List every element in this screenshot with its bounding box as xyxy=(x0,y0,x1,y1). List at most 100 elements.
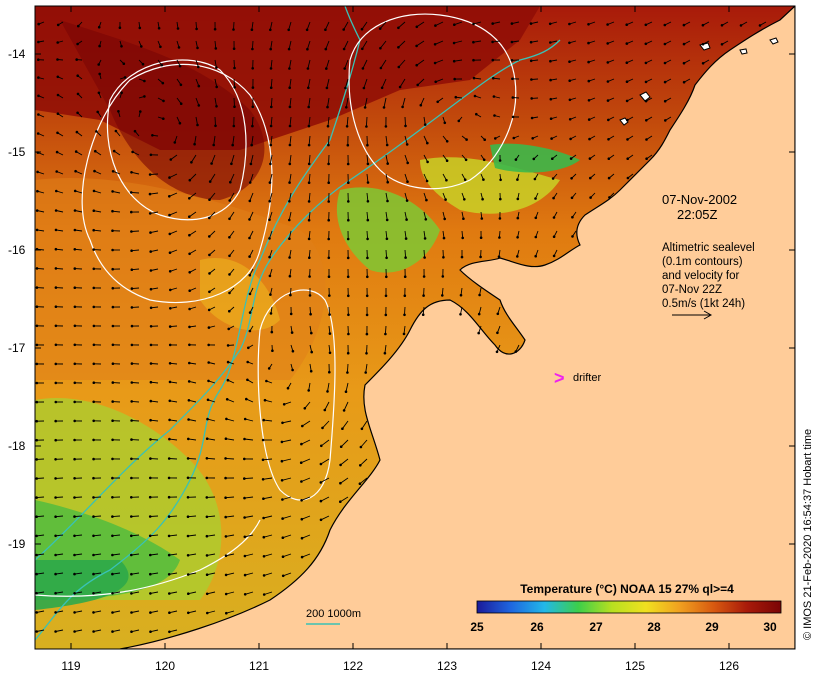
velocity-vector-head xyxy=(329,332,332,335)
velocity-vector-head xyxy=(385,295,388,298)
velocity-vector-head xyxy=(289,106,292,109)
velocity-vector-head xyxy=(434,62,437,65)
velocity-vector-head xyxy=(415,64,418,67)
velocity-vector-head xyxy=(177,27,180,30)
velocity-vector-head xyxy=(208,254,211,257)
velocity-vector-head xyxy=(168,496,171,499)
velocity-vector-head xyxy=(463,198,466,201)
velocity-vector-head xyxy=(292,350,295,353)
velocity-vector-head xyxy=(188,234,191,237)
velocity-vector-head xyxy=(249,330,252,333)
velocity-vector-head xyxy=(308,275,311,278)
velocity-vector-head xyxy=(568,60,571,63)
velocity-vector-head xyxy=(93,306,96,309)
velocity-vector-head xyxy=(552,177,555,180)
velocity-vector-head xyxy=(307,106,310,109)
velocity-vector-head xyxy=(189,179,192,182)
velocity-vector-head xyxy=(111,268,114,271)
velocity-vector-head xyxy=(188,308,191,311)
velocity-vector-head xyxy=(301,537,304,540)
velocity-vector-head xyxy=(130,438,133,441)
velocity-vector-head xyxy=(366,314,369,317)
velocity-vector-head xyxy=(262,478,265,481)
velocity-vector-head xyxy=(445,179,448,182)
velocity-vector-head xyxy=(360,446,363,449)
velocity-vector-head xyxy=(434,43,437,46)
velocity-vector-head xyxy=(206,457,209,460)
velocity-vector-head xyxy=(123,62,126,65)
velocity-vector-head xyxy=(464,178,467,181)
velocity-vector-head xyxy=(149,419,152,422)
velocity-vector-head xyxy=(35,420,38,423)
velocity-vector-head xyxy=(35,439,38,442)
velocity-vector-head xyxy=(289,275,292,278)
velocity-vector-head xyxy=(281,422,284,425)
velocity-vector-head xyxy=(111,554,114,557)
velocity-vector-head xyxy=(150,325,153,328)
velocity-vector-head xyxy=(36,171,39,174)
velocity-vector-head xyxy=(363,87,366,90)
velocity-vector-head xyxy=(112,344,115,347)
velocity-vector-head xyxy=(288,181,291,184)
velocity-vector-head xyxy=(482,178,485,181)
velocity-vector-head xyxy=(111,458,114,461)
velocity-vector-head xyxy=(92,229,95,232)
velocity-vector-head xyxy=(587,42,590,45)
velocity-vector-head xyxy=(289,144,292,147)
velocity-vector-head xyxy=(308,125,311,128)
velocity-vector-head xyxy=(383,106,386,109)
velocity-vector-head xyxy=(568,79,571,82)
velocity-vector-head xyxy=(131,268,134,271)
velocity-vector-head xyxy=(549,41,552,44)
velocity-vector-head xyxy=(328,275,331,278)
velocity-vector-head xyxy=(187,496,190,499)
velocity-vector-head xyxy=(168,214,171,217)
velocity-vector-head xyxy=(474,95,477,98)
velocity-vector-head xyxy=(645,119,648,122)
velocity-vector-head xyxy=(124,76,127,79)
velocity-vector-head xyxy=(436,101,439,104)
velocity-vector-head xyxy=(215,86,218,89)
velocity-vector-head xyxy=(73,535,76,538)
velocity-vector-head xyxy=(397,46,400,49)
velocity-vector-head xyxy=(73,420,76,423)
velocity-vector-head xyxy=(130,400,133,403)
velocity-vector-head xyxy=(270,86,273,89)
velocity-vector-head xyxy=(262,517,265,520)
velocity-vector-head xyxy=(168,195,171,198)
velocity-vector-head xyxy=(143,95,146,98)
velocity-vector-head xyxy=(347,238,350,241)
velocity-vector-head xyxy=(162,100,165,103)
velocity-vector-head xyxy=(458,120,461,123)
velocity-vector-head xyxy=(55,305,58,308)
velocity-vector-head xyxy=(169,344,172,347)
velocity-vector-head xyxy=(472,59,475,62)
velocity-vector-head xyxy=(228,218,231,221)
velocity-vector-head xyxy=(626,80,629,83)
velocity-vector-head xyxy=(483,159,486,162)
velocity-vector-head xyxy=(386,162,389,165)
velocity-vector-head xyxy=(367,181,370,184)
velocity-vector-head xyxy=(98,45,101,48)
velocity-vector-head xyxy=(149,457,152,460)
velocity-vector-head xyxy=(361,28,364,31)
velocity-vector-head xyxy=(131,344,134,347)
velocity-vector-head xyxy=(569,118,572,121)
velocity-vector-head xyxy=(35,573,38,576)
velocity-vector-head xyxy=(606,42,609,45)
velocity-vector-head xyxy=(130,554,133,557)
velocity-vector-head xyxy=(308,163,311,166)
velocity-vector-head xyxy=(207,344,210,347)
velocity-vector-head xyxy=(93,268,96,271)
velocity-vector-head xyxy=(120,91,123,94)
velocity-vector-head xyxy=(232,28,235,31)
velocity-vector-head xyxy=(426,161,429,164)
velocity-vector-head xyxy=(341,427,344,430)
velocity-vector-head xyxy=(346,371,349,374)
velocity-vector-head xyxy=(498,255,501,258)
velocity-vector-head xyxy=(346,125,349,128)
velocity-vector-head xyxy=(119,26,122,29)
velocity-vector-head xyxy=(455,96,458,99)
velocity-vector-head xyxy=(168,457,171,460)
velocity-vector-head xyxy=(55,267,58,270)
